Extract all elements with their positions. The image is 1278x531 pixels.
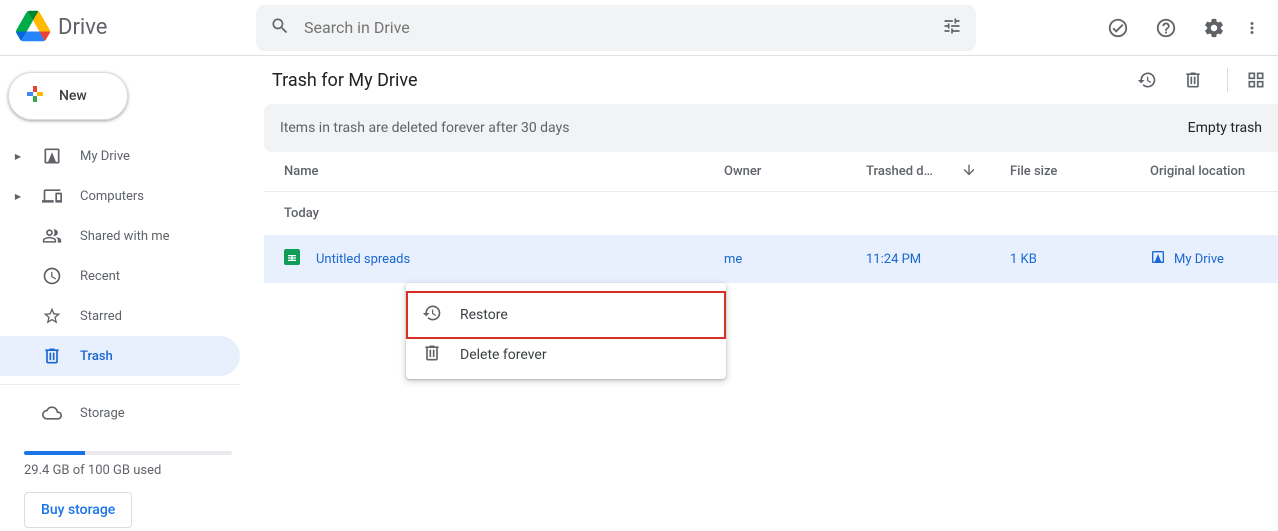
buy-storage-button[interactable]: Buy storage — [24, 492, 132, 528]
file-original-location[interactable]: My Drive — [1150, 249, 1270, 269]
computers-icon — [42, 186, 62, 206]
shared-icon — [42, 226, 62, 246]
delete-forever-icon — [422, 343, 442, 367]
my-drive-location-icon — [1150, 249, 1166, 269]
drive-logo-section[interactable]: Drive — [16, 9, 256, 47]
search-icon — [270, 16, 290, 40]
group-label: Today — [264, 192, 1278, 235]
restore-icon — [422, 303, 442, 327]
sidebar-item-trash[interactable]: Trash — [0, 336, 240, 376]
delete-forever-icon[interactable] — [1173, 60, 1213, 100]
trash-info-banner: Items in trash are deleted forever after… — [264, 104, 1278, 152]
ready-offline-icon[interactable] — [1098, 8, 1138, 48]
my-drive-icon — [42, 146, 62, 166]
menu-item-label: Restore — [460, 307, 508, 323]
sidebar-item-label: Trash — [80, 349, 113, 364]
sidebar-item-label: Shared with me — [80, 229, 170, 244]
sidebar-item-my-drive[interactable]: ▶ My Drive — [0, 136, 240, 176]
col-header-location[interactable]: Original location — [1150, 164, 1270, 179]
file-trashed-date: 11:24 PM — [866, 252, 1010, 267]
storage-bar-fill — [24, 451, 85, 455]
recent-icon — [42, 266, 62, 286]
search-options-icon[interactable] — [942, 16, 962, 40]
app-name: Drive — [58, 15, 107, 40]
storage-bar — [24, 451, 232, 455]
menu-item-restore[interactable]: Restore — [406, 291, 726, 339]
storage-used-text: 29.4 GB of 100 GB used — [24, 463, 232, 478]
more-icon[interactable] — [1242, 8, 1262, 48]
support-icon[interactable] — [1146, 8, 1186, 48]
sort-descending-icon — [961, 162, 977, 182]
file-name-text: Untitled spreads — [316, 252, 410, 267]
sheets-icon — [284, 249, 300, 269]
col-header-size[interactable]: File size — [1010, 164, 1150, 179]
sidebar-item-label: Recent — [80, 269, 120, 284]
sidebar-item-computers[interactable]: ▶ Computers — [0, 176, 240, 216]
context-menu: Restore Delete forever — [406, 283, 726, 379]
drive-logo-icon — [16, 9, 50, 47]
storage-icon — [42, 403, 62, 423]
expand-arrow-icon[interactable]: ▶ — [12, 152, 24, 161]
col-header-name[interactable]: Name — [264, 164, 724, 179]
search-bar[interactable] — [256, 5, 976, 51]
grid-view-icon[interactable] — [1242, 60, 1270, 100]
sidebar-item-label: Starred — [80, 309, 122, 324]
banner-text: Items in trash are deleted forever after… — [280, 120, 569, 136]
toolbar-divider — [1227, 68, 1228, 92]
search-input[interactable] — [304, 18, 928, 37]
menu-item-delete-forever[interactable]: Delete forever — [406, 339, 726, 371]
menu-item-label: Delete forever — [460, 347, 547, 363]
settings-icon[interactable] — [1194, 8, 1234, 48]
file-owner: me — [724, 252, 866, 267]
expand-arrow-icon[interactable]: ▶ — [12, 192, 24, 201]
empty-trash-button[interactable]: Empty trash — [1188, 120, 1262, 136]
file-size: 1 KB — [1010, 252, 1150, 267]
col-header-trashed[interactable]: Trashed d… — [866, 162, 1010, 182]
new-button-label: New — [59, 88, 87, 104]
sidebar-item-label: Storage — [80, 406, 125, 421]
page-title: Trash for My Drive — [272, 70, 1127, 91]
sidebar-item-shared[interactable]: Shared with me — [0, 216, 240, 256]
sidebar-item-label: My Drive — [80, 149, 130, 164]
restore-from-trash-icon[interactable] — [1127, 60, 1167, 100]
table-header: Name Owner Trashed d… File size Original… — [264, 152, 1278, 192]
plus-icon — [23, 82, 47, 110]
sidebar-item-starred[interactable]: Starred — [0, 296, 240, 336]
sidebar-item-storage[interactable]: Storage — [0, 393, 240, 433]
file-row[interactable]: Untitled spreads me 11:24 PM 1 KB My Dri… — [264, 235, 1278, 283]
sidebar-item-label: Computers — [80, 189, 144, 204]
col-header-owner[interactable]: Owner — [724, 164, 866, 179]
new-button[interactable]: New — [8, 72, 128, 120]
sidebar-item-recent[interactable]: Recent — [0, 256, 240, 296]
sidebar-divider — [0, 384, 240, 385]
trash-icon — [42, 346, 62, 366]
sidebar: New ▶ My Drive ▶ Computers Shared with m… — [0, 56, 256, 531]
starred-icon — [42, 306, 62, 326]
